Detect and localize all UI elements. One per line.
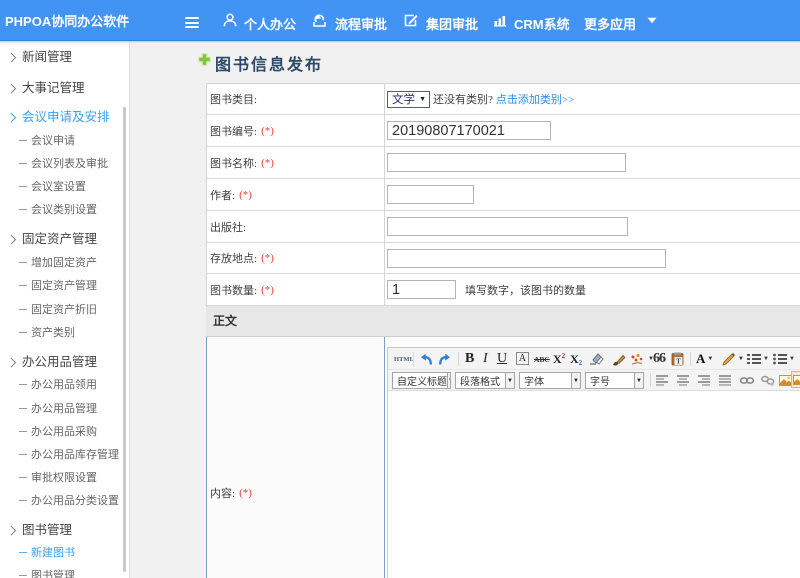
svg-text:T: T bbox=[676, 358, 681, 366]
